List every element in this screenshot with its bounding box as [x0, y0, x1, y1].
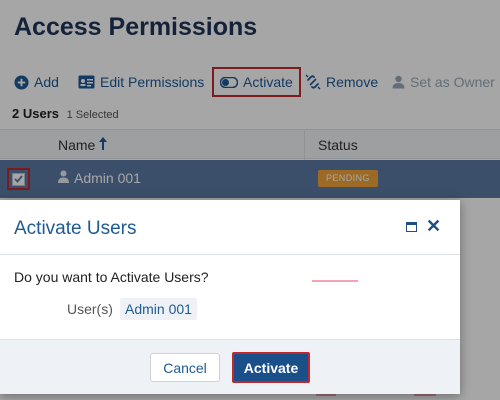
- annotation-mark: [312, 280, 358, 282]
- maximize-icon[interactable]: [406, 222, 417, 232]
- activate-confirm-button[interactable]: Activate: [232, 352, 310, 383]
- dialog-divider: [0, 254, 460, 255]
- dialog-question: Do you want to Activate Users?: [14, 269, 209, 285]
- dialog-footer: Cancel Activate: [0, 339, 460, 394]
- cancel-button[interactable]: Cancel: [150, 353, 220, 382]
- dialog-title: Activate Users: [14, 218, 137, 239]
- users-field-label: User(s): [67, 301, 113, 317]
- close-icon[interactable]: ✕: [426, 216, 441, 236]
- users-field-value: Admin 001: [120, 298, 197, 320]
- activate-users-dialog: Activate Users ✕ Do you want to Activate…: [0, 200, 460, 394]
